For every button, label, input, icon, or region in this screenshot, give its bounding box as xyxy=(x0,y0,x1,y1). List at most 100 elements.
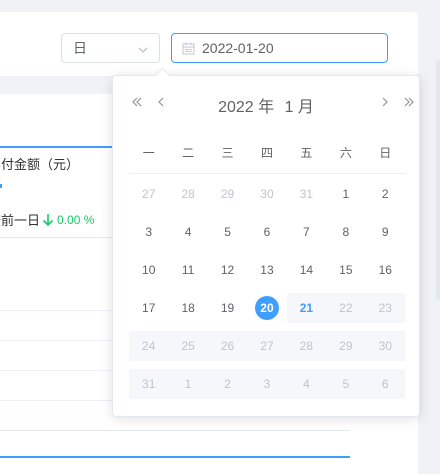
calendar-day[interactable]: 28 xyxy=(168,175,207,213)
calendar-day[interactable]: 31 xyxy=(287,175,326,213)
calendar-day-number: 24 xyxy=(142,339,156,353)
divider xyxy=(0,310,125,311)
calendar-day[interactable]: 18 xyxy=(168,289,207,327)
calendar-day-number: 3 xyxy=(263,377,271,391)
calendar-day-number: 6 xyxy=(263,225,271,239)
calendar-day-number: 28 xyxy=(299,339,314,353)
calendar-day[interactable]: 2 xyxy=(366,175,405,213)
calendar-day-number: 31 xyxy=(142,377,156,391)
calendar-day-number: 21 xyxy=(299,301,314,315)
calendar-day: 27 xyxy=(247,327,288,365)
granularity-select-value: 日 xyxy=(73,40,87,56)
calendar-day-number: 8 xyxy=(342,225,350,239)
calendar-day-number: 30 xyxy=(260,187,274,201)
calendar-day[interactable]: 7 xyxy=(287,213,326,251)
metric-indicator xyxy=(0,184,2,188)
weekday-header: 一 二 三 四 五 六 日 xyxy=(129,140,405,174)
calendar-day[interactable]: 15 xyxy=(326,251,365,289)
calendar-day: 3 xyxy=(247,365,288,403)
calendar-day: 26 xyxy=(207,327,248,365)
weekday: 五 xyxy=(300,146,313,160)
calendar-day-selected[interactable]: 20 xyxy=(247,289,286,327)
calendar-day-number: 16 xyxy=(378,263,392,277)
metric-compare: 较前一日 0.00 % xyxy=(0,210,94,229)
picker-year[interactable]: 2022 年 xyxy=(218,99,274,116)
picker-header: 2022 年 1 月 xyxy=(113,93,419,117)
calendar-day[interactable]: 6 xyxy=(247,213,286,251)
weekday: 四 xyxy=(260,146,273,160)
divider xyxy=(0,340,125,341)
day-grid: 27 28 29 30 31 1 2 3 4 5 6 7 8 9 10 11 12 13 14 15 16 17 18 19 2… xyxy=(129,175,406,403)
calendar-day-number: 31 xyxy=(299,187,314,201)
calendar-day[interactable]: 14 xyxy=(287,251,326,289)
calendar-day-number: 4 xyxy=(184,225,192,239)
calendar-week-row: 3 4 5 6 7 8 9 xyxy=(129,213,405,251)
scrollbar-thumb[interactable] xyxy=(436,60,440,300)
calendar-day[interactable]: 12 xyxy=(208,251,247,289)
calendar-day-number: 1 xyxy=(342,187,350,201)
calendar-day-number: 14 xyxy=(299,263,314,277)
calendar-day[interactable]: 29 xyxy=(208,175,247,213)
calendar-day: 22 xyxy=(326,289,366,327)
calendar-day-number: 30 xyxy=(378,339,392,353)
calendar-day-number: 27 xyxy=(260,339,274,353)
calendar-day[interactable]: 9 xyxy=(366,213,405,251)
divider xyxy=(0,400,125,401)
calendar-week-row: 31 1 2 3 4 5 6 xyxy=(129,365,406,403)
weekday: 一 xyxy=(142,146,155,160)
calendar-day-number: 2 xyxy=(224,377,231,391)
calendar-icon xyxy=(182,42,195,55)
calendar-day: 4 xyxy=(286,365,327,403)
picker-month[interactable]: 1 月 xyxy=(285,99,314,116)
calendar-day-number: 3 xyxy=(145,225,153,239)
next-year-button[interactable] xyxy=(401,94,417,110)
calendar-week-row: 24 25 26 27 28 29 30 xyxy=(129,327,406,365)
calendar-day: 6 xyxy=(365,365,406,403)
calendar-day-number: 6 xyxy=(381,377,389,391)
calendar-day[interactable]: 4 xyxy=(168,213,207,251)
calendar-day-number: 29 xyxy=(220,187,235,201)
calendar-week-row: 10 11 12 13 14 15 16 xyxy=(129,251,405,289)
next-month-button[interactable] xyxy=(377,94,393,110)
calendar-day-number: 15 xyxy=(339,263,353,277)
calendar-day[interactable]: 30 xyxy=(247,175,286,213)
calendar-day[interactable]: 19 xyxy=(208,289,247,327)
granularity-select[interactable]: 日 xyxy=(61,33,160,63)
calendar-day[interactable]: 8 xyxy=(326,213,365,251)
calendar-day[interactable]: 5 xyxy=(208,213,247,251)
calendar-day-number: 12 xyxy=(220,263,235,277)
metric-compare-label: 较前一日 xyxy=(0,213,41,228)
metric-label: 实付金额（元） xyxy=(0,157,80,172)
divider xyxy=(0,370,125,371)
calendar-day[interactable]: 10 xyxy=(129,251,168,289)
calendar-day: 23 xyxy=(365,289,406,327)
divider xyxy=(0,430,350,431)
calendar-day[interactable]: 1 xyxy=(326,175,365,213)
calendar-day-number: 29 xyxy=(339,339,353,353)
calendar-day[interactable]: 17 xyxy=(129,289,168,327)
date-input[interactable]: 2022-01-20 xyxy=(171,33,388,63)
weekday: 二 xyxy=(182,146,195,160)
calendar-day: 25 xyxy=(168,327,209,365)
calendar-day-number: 7 xyxy=(303,225,310,239)
date-input-value: 2022-01-20 xyxy=(202,40,274,56)
calendar-week-row: 27 28 29 30 31 1 2 xyxy=(129,175,405,213)
calendar-day-number: 23 xyxy=(378,301,392,315)
calendar-day-number: 19 xyxy=(220,301,235,315)
calendar-day-number: 2 xyxy=(381,187,389,201)
calendar-day[interactable]: 27 xyxy=(129,175,168,213)
calendar-day: 5 xyxy=(326,365,366,403)
metric-change: 0.00 % xyxy=(42,213,94,227)
chevron-down-icon xyxy=(137,43,149,61)
calendar-day[interactable]: 11 xyxy=(168,251,207,289)
weekday: 三 xyxy=(221,146,234,160)
calendar-day[interactable]: 13 xyxy=(247,251,286,289)
calendar-week-row: 17 18 19 20 21 22 23 xyxy=(129,289,406,327)
calendar-day: 29 xyxy=(326,327,366,365)
calendar-day[interactable]: 16 xyxy=(366,251,405,289)
calendar-day-number: 17 xyxy=(142,301,156,315)
arrow-down-icon xyxy=(42,213,54,226)
calendar-day[interactable]: 3 xyxy=(129,213,168,251)
calendar-day-number: 9 xyxy=(381,225,389,239)
double-chevron-right-icon xyxy=(404,97,414,107)
